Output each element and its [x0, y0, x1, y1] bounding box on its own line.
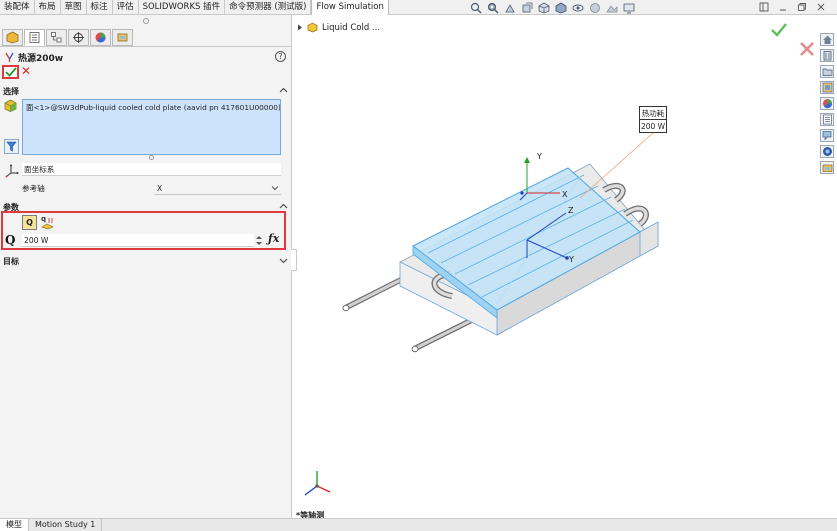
- tab-assembly[interactable]: 装配体: [0, 0, 35, 15]
- heads-up-view-toolbar: [467, 0, 637, 15]
- minimize-icon[interactable]: [777, 1, 789, 13]
- tab-layout[interactable]: 布局: [35, 0, 61, 15]
- view-orientation-icon[interactable]: [537, 1, 550, 14]
- window-tile-icon[interactable]: [758, 1, 770, 13]
- heat-power-value-field[interactable]: 200 W: [22, 234, 254, 247]
- display-style-icon[interactable]: [554, 1, 567, 14]
- restore-icon[interactable]: [796, 1, 808, 13]
- close-icon[interactable]: [815, 1, 827, 13]
- previous-view-icon[interactable]: [503, 1, 516, 14]
- callout-title: 热功耗: [640, 109, 666, 120]
- target-section-header[interactable]: 目标: [3, 256, 288, 267]
- cancel-button[interactable]: ✕: [21, 65, 33, 79]
- feature-manager-icon[interactable]: [2, 29, 23, 46]
- tab-markup[interactable]: 标注: [87, 0, 113, 15]
- apply-scene-icon[interactable]: [605, 1, 618, 14]
- selection-list-item[interactable]: 面<1>@SW3dPub-liquid cooled cold plate (a…: [26, 102, 280, 113]
- tab-motion-study-1[interactable]: Motion Study 1: [29, 519, 103, 531]
- solidworks-window: 装配体 布局 草图 标注 评估 SOLIDWORKS 插件 命令预测器 (测试版…: [0, 0, 837, 531]
- heat-flux-button[interactable]: q: [40, 215, 55, 230]
- property-manager-icon[interactable]: [24, 29, 45, 46]
- tab-sketch[interactable]: 草图: [61, 0, 87, 15]
- view-settings-icon[interactable]: [622, 1, 635, 14]
- command-manager-tabs: 装配体 布局 草图 标注 评估 SOLIDWORKS 插件 命令预测器 (测试版…: [0, 0, 389, 16]
- reference-axis-label: 参考轴: [22, 184, 45, 193]
- feature-title: 热源200w: [18, 53, 64, 64]
- view-triad[interactable]: [304, 471, 331, 496]
- chevron-down-icon: [279, 258, 288, 264]
- tab-evaluate[interactable]: 评估: [113, 0, 139, 15]
- tab-solidworks-addins[interactable]: SOLIDWORKS 插件: [139, 0, 226, 15]
- zoom-to-fit-icon[interactable]: [469, 1, 482, 14]
- tab-model[interactable]: 模型: [0, 519, 29, 531]
- callout-value: 200 W: [640, 122, 666, 131]
- face-selection-icon: [4, 99, 17, 112]
- dimxpert-manager-icon[interactable]: [68, 29, 89, 46]
- heat-flux-label: q: [41, 215, 47, 223]
- feature-title-row: 热源200w: [4, 51, 64, 64]
- flow-analysis-tree-icon[interactable]: [112, 29, 133, 46]
- reference-axis-select[interactable]: X: [155, 182, 281, 195]
- heat-transfer-rate-button[interactable]: Q: [22, 215, 37, 230]
- chevron-up-icon: [279, 203, 288, 209]
- bottom-tab-bar: 模型 Motion Study 1: [0, 518, 837, 531]
- heat-transfer-rate-label: Q: [26, 218, 33, 227]
- panel-divider: [0, 46, 291, 47]
- heat-power-callout[interactable]: 热功耗 200 W: [639, 106, 667, 133]
- display-manager-icon[interactable]: [90, 29, 111, 46]
- function-fx-button[interactable]: ƒx: [268, 232, 279, 245]
- filter-icon: [6, 141, 17, 152]
- chevron-up-icon: [279, 87, 288, 93]
- command-manager: 装配体 布局 草图 标注 评估 SOLIDWORKS 插件 命令预测器 (测试版…: [0, 0, 837, 16]
- help-button[interactable]: ?: [275, 51, 286, 62]
- selection-section-header[interactable]: 选择: [3, 86, 288, 97]
- zoom-to-area-icon[interactable]: [486, 1, 499, 14]
- heat-source-icon: [5, 52, 14, 62]
- section-view-icon[interactable]: [520, 1, 533, 14]
- manager-tabs: [2, 29, 133, 47]
- chevron-down-icon: [271, 186, 279, 191]
- selection-list-resize-grip[interactable]: [149, 155, 154, 160]
- y2-axis-label: Y: [568, 255, 574, 264]
- ok-button[interactable]: [2, 65, 19, 79]
- checkmark-icon: [4, 67, 17, 77]
- edit-appearance-icon[interactable]: [588, 1, 601, 14]
- target-section-title: 目标: [3, 257, 19, 266]
- hide-show-items-icon[interactable]: [571, 1, 584, 14]
- value-spin-button[interactable]: [255, 234, 263, 247]
- panel-resize-grip[interactable]: [143, 18, 149, 24]
- selection-list[interactable]: 面<1>@SW3dPub-liquid cooled cold plate (a…: [22, 99, 281, 155]
- tab-command-predictor[interactable]: 命令预测器 (测试版): [225, 0, 312, 15]
- window-controls: [758, 1, 827, 13]
- tab-flow-simulation[interactable]: Flow Simulation: [311, 0, 389, 16]
- y-axis-label: Y: [536, 152, 542, 161]
- model-view[interactable]: Y X Z Y: [293, 15, 837, 518]
- selection-filter-button[interactable]: [4, 139, 19, 154]
- heat-power-symbol: Q: [5, 233, 16, 247]
- coordinate-system-field[interactable]: 面坐标系: [22, 163, 281, 176]
- x-axis-label: X: [562, 190, 568, 199]
- z-axis-label: Z: [568, 206, 574, 215]
- coordinate-system-icon: [5, 164, 19, 178]
- configuration-manager-icon[interactable]: [46, 29, 67, 46]
- reference-axis-value: X: [157, 184, 163, 193]
- selection-section-title: 选择: [3, 87, 19, 96]
